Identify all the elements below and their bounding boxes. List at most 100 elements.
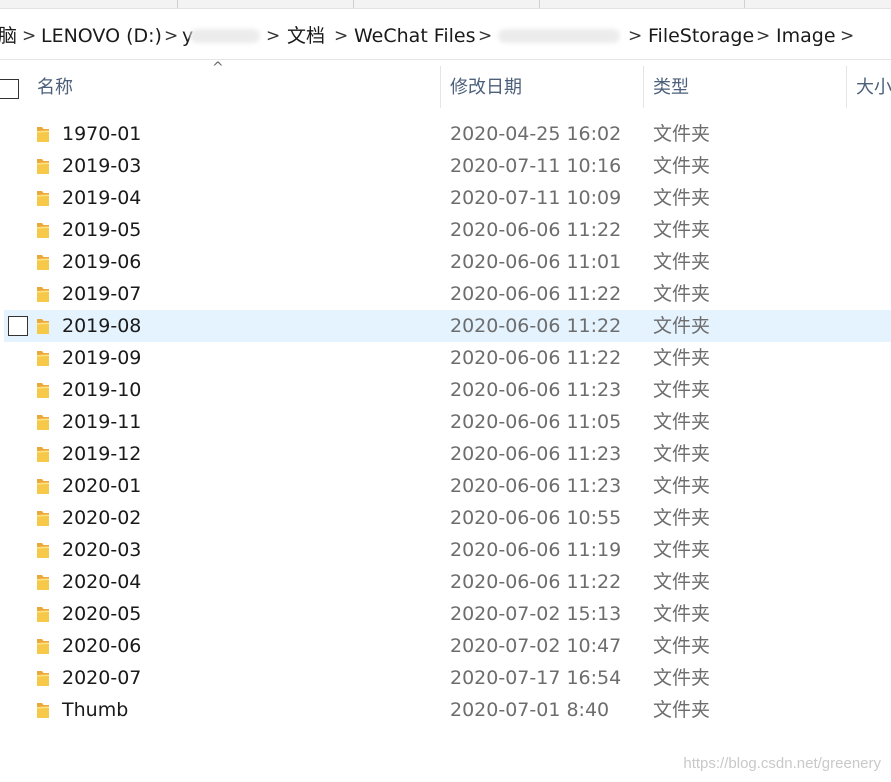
file-name[interactable]: 2020-04: [62, 569, 141, 595]
folder-icon: [36, 605, 50, 623]
chevron-right-icon[interactable]: >: [478, 24, 492, 48]
folder-icon: [36, 317, 50, 335]
row-checkbox[interactable]: [8, 316, 28, 336]
file-type: 文件夹: [653, 219, 711, 241]
file-name[interactable]: 2019-10: [62, 377, 141, 403]
file-row[interactable]: 1970-01 2020-04-25 16:02 文件夹: [0, 118, 891, 150]
file-row[interactable]: 2019-11 2020-06-06 11:05 文件夹: [0, 406, 891, 438]
breadcrumb-filestorage[interactable]: FileStorage: [648, 24, 754, 48]
file-row[interactable]: 2019-03 2020-07-11 10:16 文件夹: [0, 150, 891, 182]
file-name[interactable]: 1970-01: [62, 121, 141, 147]
file-row[interactable]: 2020-05 2020-07-02 15:13 文件夹: [0, 598, 891, 630]
file-type: 文件夹: [653, 667, 711, 689]
file-name[interactable]: 2020-03: [62, 537, 141, 563]
file-row[interactable]: 2020-03 2020-06-06 11:19 文件夹: [0, 534, 891, 566]
file-row[interactable]: 2019-05 2020-06-06 11:22 文件夹: [0, 214, 891, 246]
folder-icon: [36, 669, 50, 687]
column-header-date-modified[interactable]: 修改日期: [450, 76, 522, 100]
file-date-modified: 2020-07-11 10:09: [450, 187, 622, 209]
column-resize-handle[interactable]: [643, 66, 644, 108]
file-name[interactable]: 2020-06: [62, 633, 141, 659]
file-name[interactable]: 2020-01: [62, 473, 141, 499]
file-row[interactable]: 2019-07 2020-06-06 11:22 文件夹: [0, 278, 891, 310]
folder-icon: [36, 253, 50, 271]
file-row[interactable]: 2019-12 2020-06-06 11:23 文件夹: [0, 438, 891, 470]
file-name[interactable]: 2019-04: [62, 185, 141, 211]
file-name[interactable]: 2019-05: [62, 217, 141, 243]
chevron-right-icon[interactable]: >: [266, 24, 280, 48]
file-name[interactable]: 2019-03: [62, 153, 141, 179]
file-type: 文件夹: [653, 603, 711, 625]
file-name[interactable]: 2019-06: [62, 249, 141, 275]
ribbon-divider: [353, 0, 354, 8]
file-date-modified: 2020-06-06 10:55: [450, 507, 622, 529]
chevron-right-icon[interactable]: >: [628, 24, 642, 48]
folder-icon: [36, 573, 50, 591]
folder-icon: [36, 285, 50, 303]
file-row[interactable]: 2019-08 2020-06-06 11:22 文件夹: [4, 310, 891, 342]
file-type: 文件夹: [653, 187, 711, 209]
redaction-blur: [190, 29, 260, 43]
file-name[interactable]: 2019-11: [62, 409, 141, 435]
select-all-checkbox[interactable]: [0, 79, 19, 99]
file-date-modified: 2020-06-06 11:22: [450, 571, 622, 593]
breadcrumb-documents[interactable]: 文档: [287, 24, 325, 48]
folder-icon: [36, 125, 50, 143]
column-resize-handle[interactable]: [440, 66, 441, 108]
column-header-size[interactable]: 大小: [856, 76, 891, 100]
chevron-right-icon[interactable]: >: [756, 24, 770, 48]
file-name[interactable]: 2019-09: [62, 345, 141, 371]
column-header-name[interactable]: 名称: [37, 76, 73, 100]
chevron-right-icon[interactable]: >: [22, 24, 36, 48]
file-row[interactable]: 2020-04 2020-06-06 11:22 文件夹: [0, 566, 891, 598]
file-type: 文件夹: [653, 283, 711, 305]
file-row[interactable]: 2020-02 2020-06-06 10:55 文件夹: [0, 502, 891, 534]
folder-icon: [36, 701, 50, 719]
chevron-right-icon[interactable]: >: [164, 24, 178, 48]
file-name[interactable]: 2020-02: [62, 505, 141, 531]
breadcrumb-this-pc[interactable]: 脑: [0, 24, 17, 48]
breadcrumb-drive[interactable]: LENOVO (D:): [41, 24, 162, 48]
file-date-modified: 2020-04-25 16:02: [450, 123, 622, 145]
chevron-right-icon[interactable]: >: [840, 24, 854, 48]
file-name[interactable]: 2019-12: [62, 441, 141, 467]
file-type: 文件夹: [653, 347, 711, 369]
file-date-modified: 2020-07-02 15:13: [450, 603, 622, 625]
file-type: 文件夹: [653, 251, 711, 273]
file-row[interactable]: 2019-09 2020-06-06 11:22 文件夹: [0, 342, 891, 374]
chevron-right-icon[interactable]: >: [334, 24, 348, 48]
file-row[interactable]: 2019-10 2020-06-06 11:23 文件夹: [0, 374, 891, 406]
file-row[interactable]: 2020-07 2020-07-17 16:54 文件夹: [0, 662, 891, 694]
file-row[interactable]: 2020-06 2020-07-02 10:47 文件夹: [0, 630, 891, 662]
column-header-type[interactable]: 类型: [653, 76, 689, 100]
file-name[interactable]: 2020-07: [62, 665, 141, 691]
file-name[interactable]: 2019-07: [62, 281, 141, 307]
folder-icon: [36, 541, 50, 559]
file-name[interactable]: 2019-08: [62, 313, 141, 339]
file-date-modified: 2020-06-06 11:23: [450, 475, 622, 497]
file-date-modified: 2020-07-11 10:16: [450, 155, 622, 177]
folder-icon: [36, 189, 50, 207]
ribbon-divider: [539, 0, 540, 8]
file-name[interactable]: Thumb: [62, 697, 128, 723]
file-row[interactable]: 2019-06 2020-06-06 11:01 文件夹: [0, 246, 891, 278]
file-type: 文件夹: [653, 379, 711, 401]
file-type: 文件夹: [653, 539, 711, 561]
ribbon-divider: [177, 0, 178, 8]
address-bar[interactable]: 脑 > LENOVO (D:) > y > 文档 > WeChat Files …: [0, 10, 891, 60]
file-type: 文件夹: [653, 507, 711, 529]
file-date-modified: 2020-07-01 8:40: [450, 699, 610, 721]
file-row[interactable]: 2020-01 2020-06-06 11:23 文件夹: [0, 470, 891, 502]
column-resize-handle[interactable]: [846, 66, 847, 108]
file-date-modified: 2020-06-06 11:19: [450, 539, 622, 561]
file-name[interactable]: 2020-05: [62, 601, 141, 627]
file-type: 文件夹: [653, 155, 711, 177]
file-row[interactable]: 2019-04 2020-07-11 10:09 文件夹: [0, 182, 891, 214]
breadcrumb-image[interactable]: Image: [776, 24, 836, 48]
folder-icon: [36, 381, 50, 399]
file-type: 文件夹: [653, 475, 711, 497]
folder-icon: [36, 509, 50, 527]
file-row[interactable]: Thumb 2020-07-01 8:40 文件夹: [0, 694, 891, 726]
breadcrumb-wechat-files[interactable]: WeChat Files: [354, 24, 476, 48]
folder-icon: [36, 349, 50, 367]
